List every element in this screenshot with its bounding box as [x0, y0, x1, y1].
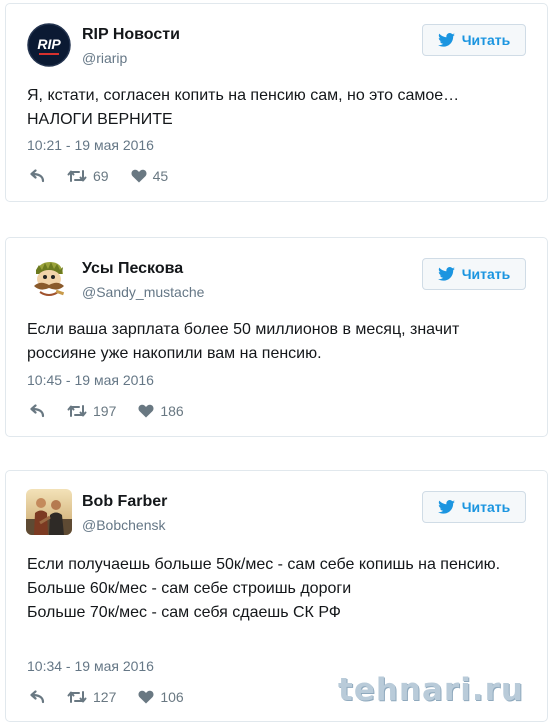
tweet-card: Усы Пескова @Sandy_mustache Читать Если …: [5, 237, 548, 437]
heart-icon: [138, 690, 154, 704]
retweet-icon: [67, 169, 87, 183]
timestamp[interactable]: 10:21 - 19 мая 2016: [27, 137, 154, 153]
watermark: tehnari.ru: [338, 672, 524, 708]
tweet-text-line: Если получаешь больше 50к/мес - сам себе…: [27, 556, 501, 573]
like-button[interactable]: 45: [131, 168, 169, 184]
heart-icon: [138, 404, 154, 418]
retweet-count: 69: [93, 168, 109, 184]
author-name[interactable]: RIP Новости: [82, 26, 180, 44]
retweet-button[interactable]: 69: [67, 168, 109, 184]
author-handle[interactable]: @riarip: [82, 50, 127, 66]
follow-button[interactable]: Читать: [422, 24, 526, 56]
tweet-text: Я, кстати, согласен копить на пенсию сам…: [27, 84, 527, 132]
tweet-text: Если ваша зарплата более 50 миллионов в …: [27, 318, 527, 366]
tweet-actions: 69 45: [27, 168, 168, 184]
reply-icon: [27, 169, 45, 183]
twitter-bird-icon: [437, 267, 455, 281]
timestamp[interactable]: 10:34 - 19 мая 2016: [27, 658, 154, 674]
tweet-text-line: Больше 60к/мес - сам себе строишь дороги: [27, 580, 352, 597]
retweet-icon: [67, 690, 87, 704]
tweet-actions: 197 186: [27, 403, 184, 419]
tweet-text-line: Если ваша зарплата более 50 миллионов в …: [27, 321, 460, 362]
avatar[interactable]: [26, 489, 72, 535]
reply-button[interactable]: [27, 404, 45, 418]
tweet-card: RIP RIP Новости @riarip Читать Я, кстати…: [5, 3, 548, 202]
tweet-actions: 127 106: [27, 689, 184, 705]
avatar[interactable]: RIP: [26, 22, 72, 68]
like-count: 186: [160, 403, 184, 419]
avatar[interactable]: [26, 256, 72, 302]
twitter-bird-icon: [437, 500, 455, 514]
like-count: 106: [160, 689, 184, 705]
follow-button[interactable]: Читать: [422, 491, 526, 523]
heart-icon: [131, 169, 147, 183]
tweet-text: Если получаешь больше 50к/мес - сам себе…: [27, 553, 527, 625]
like-button[interactable]: 186: [138, 403, 184, 419]
follow-button[interactable]: Читать: [422, 258, 526, 290]
follow-label: Читать: [461, 266, 511, 282]
reply-button[interactable]: [27, 690, 45, 704]
like-button[interactable]: 106: [138, 689, 184, 705]
avatar-logo-text: RIP: [37, 36, 61, 52]
tweet-text-line: Я, кстати, согласен копить на пенсию сам…: [27, 87, 460, 104]
retweet-count: 127: [93, 689, 117, 705]
tweet-text-line: НАЛОГИ ВЕРНИТЕ: [27, 111, 173, 128]
reply-icon: [27, 404, 45, 418]
timestamp[interactable]: 10:45 - 19 мая 2016: [27, 372, 154, 388]
reply-button[interactable]: [27, 169, 45, 183]
retweet-count: 197: [93, 403, 117, 419]
retweet-icon: [67, 404, 87, 418]
author-handle[interactable]: @Sandy_mustache: [82, 284, 204, 300]
follow-label: Читать: [461, 32, 511, 48]
twitter-bird-icon: [437, 33, 455, 47]
like-count: 45: [152, 168, 169, 184]
retweet-button[interactable]: 127: [67, 689, 116, 705]
author-name[interactable]: Bob Farber: [82, 493, 167, 511]
tweet-text-line: Больше 70к/мес - сам себя сдаешь СК РФ: [27, 604, 341, 621]
author-handle[interactable]: @Bobchensk: [82, 517, 165, 533]
follow-label: Читать: [461, 499, 511, 515]
author-name[interactable]: Усы Пескова: [82, 260, 183, 278]
retweet-button[interactable]: 197: [67, 403, 116, 419]
reply-icon: [27, 690, 45, 704]
